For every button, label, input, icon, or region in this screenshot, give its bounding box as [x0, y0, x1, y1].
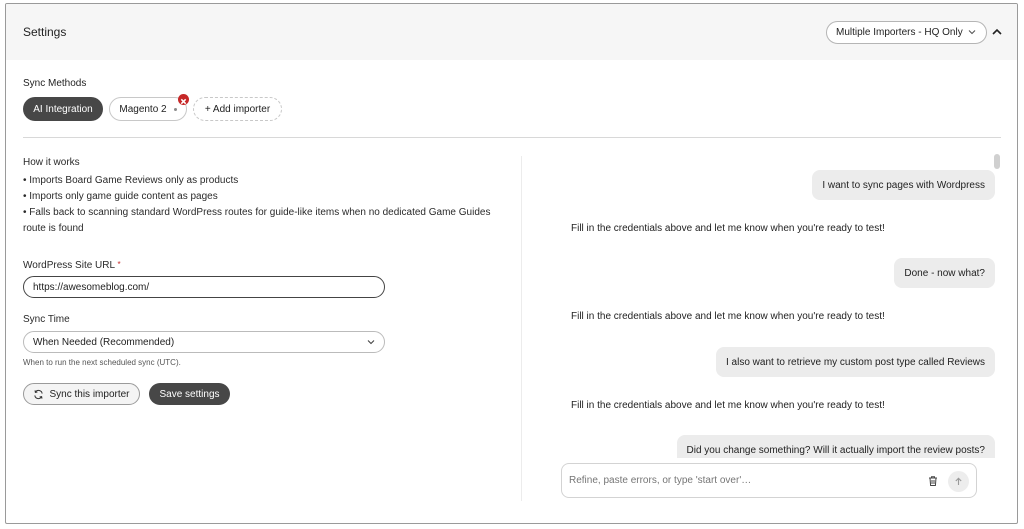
chip-ai-integration[interactable]: AI Integration — [23, 97, 103, 121]
importer-select[interactable]: Multiple Importers - HQ Only — [826, 21, 987, 44]
chat-composer — [561, 463, 977, 498]
wordpress-url-input[interactable]: https://awesomeblog.com/ — [23, 276, 385, 298]
save-button-label: Save settings — [159, 388, 220, 400]
how-it-works-line: • Imports only game guide content as pag… — [23, 191, 218, 202]
arrow-up-icon — [955, 477, 962, 485]
settings-header: Settings Multiple Importers - HQ Only — [6, 4, 1017, 60]
required-mark: * — [117, 260, 121, 269]
chat-message-user: Done - now what? — [894, 258, 995, 288]
url-field-label: WordPress Site URL * — [23, 260, 121, 271]
remove-importer-icon[interactable] — [178, 94, 189, 105]
chat-scrollbar[interactable] — [994, 154, 1000, 169]
trash-icon[interactable] — [926, 474, 940, 488]
section-divider — [23, 137, 1001, 138]
chip-magento-2[interactable]: Magento 2 — [109, 97, 187, 121]
page-title: Settings — [23, 25, 67, 39]
chat-message-assistant: Fill in the credentials above and let me… — [571, 400, 885, 411]
chat-message-assistant: Fill in the credentials above and let me… — [571, 311, 885, 322]
importer-select-value: Multiple Importers - HQ Only — [836, 27, 963, 38]
chat-message-assistant: Fill in the credentials above and let me… — [571, 223, 885, 234]
sync-time-label: Sync Time — [23, 314, 70, 325]
chevron-up-icon[interactable] — [990, 25, 1004, 39]
refresh-icon — [34, 389, 44, 399]
chat-message-user: I also want to retrieve my custom post t… — [716, 347, 995, 377]
sync-importer-button[interactable]: Sync this importer — [23, 383, 140, 405]
how-it-works-line: • Falls back to scanning standard WordPr… — [23, 207, 491, 218]
settings-panel: Settings Multiple Importers - HQ Only Sy… — [5, 3, 1018, 524]
sync-time-select[interactable]: When Needed (Recommended) — [23, 331, 385, 353]
how-it-works-line: • Imports Board Game Reviews only as pro… — [23, 175, 239, 186]
how-it-works-title: How it works — [23, 157, 80, 168]
sync-button-label: Sync this importer — [49, 388, 130, 400]
chip-label: Magento 2 — [119, 103, 167, 115]
sync-time-help: When to run the next scheduled sync (UTC… — [23, 358, 181, 367]
chat-message-user: I want to sync pages with Wordpress — [812, 170, 995, 200]
chat-input[interactable] — [569, 475, 909, 486]
how-it-works-line: route is found — [23, 223, 84, 234]
sync-methods-label: Sync Methods — [23, 78, 87, 89]
add-importer-label: + Add importer — [204, 103, 271, 115]
chevron-down-icon — [968, 30, 976, 35]
send-button[interactable] — [948, 471, 969, 492]
add-importer-button[interactable]: + Add importer — [193, 97, 282, 121]
chip-label: AI Integration — [33, 103, 93, 115]
chevron-down-icon — [367, 340, 375, 345]
chat-message-user: Did you change something? Will it actual… — [676, 435, 995, 458]
sync-time-value: When Needed (Recommended) — [33, 337, 175, 348]
chat-transcript[interactable]: I want to sync pages with Wordpress Fill… — [522, 154, 1002, 458]
save-settings-button[interactable]: Save settings — [149, 383, 230, 405]
url-label-text: WordPress Site URL — [23, 260, 115, 271]
status-dot — [173, 107, 177, 111]
